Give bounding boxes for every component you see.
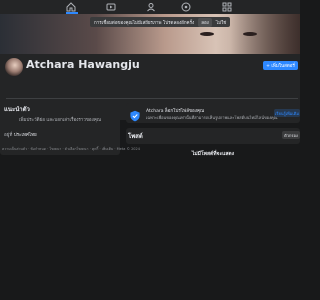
profile-lock-title: Atchara ล็อกโปรไฟล์ของคุณ bbox=[146, 109, 205, 114]
posts-title: โพสต์ bbox=[128, 133, 143, 140]
empty-posts-message: ไม่มีโพสต์ที่จะแสดง bbox=[191, 151, 235, 157]
intro-location-label: อยู่ที่ bbox=[4, 133, 14, 138]
connection-notice: การเชื่อมต่อของคุณไม่มีเสถียรภาพ โปรดลอง… bbox=[90, 17, 231, 27]
friends-icon[interactable] bbox=[146, 2, 156, 12]
cover-photo-detail bbox=[243, 32, 257, 36]
video-icon[interactable] bbox=[106, 2, 116, 12]
add-story-button[interactable]: + เพิ่มในสตอรี่ bbox=[263, 61, 298, 70]
home-icon[interactable] bbox=[66, 2, 76, 12]
retry-button[interactable]: ลอง bbox=[198, 17, 212, 27]
menu-icon[interactable] bbox=[222, 2, 232, 12]
header-divider bbox=[6, 98, 298, 99]
intro-location: อยู่ที่ ประเทศไทย bbox=[4, 131, 37, 138]
learn-more-button[interactable]: เรียนรู้เพิ่มเติม bbox=[274, 109, 300, 117]
cover-photo-detail bbox=[200, 32, 214, 36]
avatar[interactable] bbox=[4, 57, 24, 77]
shield-icon bbox=[129, 107, 141, 122]
intro-title: แนะนำตัว bbox=[4, 106, 30, 113]
cover-photo-shading bbox=[230, 14, 300, 54]
posts-header-card bbox=[126, 128, 300, 144]
connection-notice-text: การเชื่อมต่อของคุณไม่มีเสถียรภาพ โปรดลอง… bbox=[94, 20, 195, 26]
filter-button[interactable]: ตัวกรอง bbox=[282, 131, 300, 139]
add-bio-link[interactable]: เพิ่มประวัติย่อ และบอกเล่าเรื่องราวของคุ… bbox=[0, 116, 120, 123]
footer-links[interactable]: ความเป็นส่วนตัว · ข้อกำหนด · โฆษณา · ตัว… bbox=[2, 146, 140, 152]
dismiss-link[interactable]: ไม่ใช่ bbox=[216, 19, 226, 26]
cover-photo[interactable]: การเชื่อมต่อของคุณไม่มีเสถียรภาพ โปรดลอง… bbox=[0, 14, 300, 54]
intro-location-value[interactable]: ประเทศไทย bbox=[14, 133, 37, 138]
profile-lock-subtitle: เฉพาะเพื่อนของคุณเท่านั้นที่สามารถเห็นรู… bbox=[146, 115, 278, 120]
gaming-icon[interactable] bbox=[181, 2, 191, 12]
top-navigation-bar bbox=[0, 0, 300, 14]
profile-name: Atchara Hawangju bbox=[26, 58, 140, 71]
